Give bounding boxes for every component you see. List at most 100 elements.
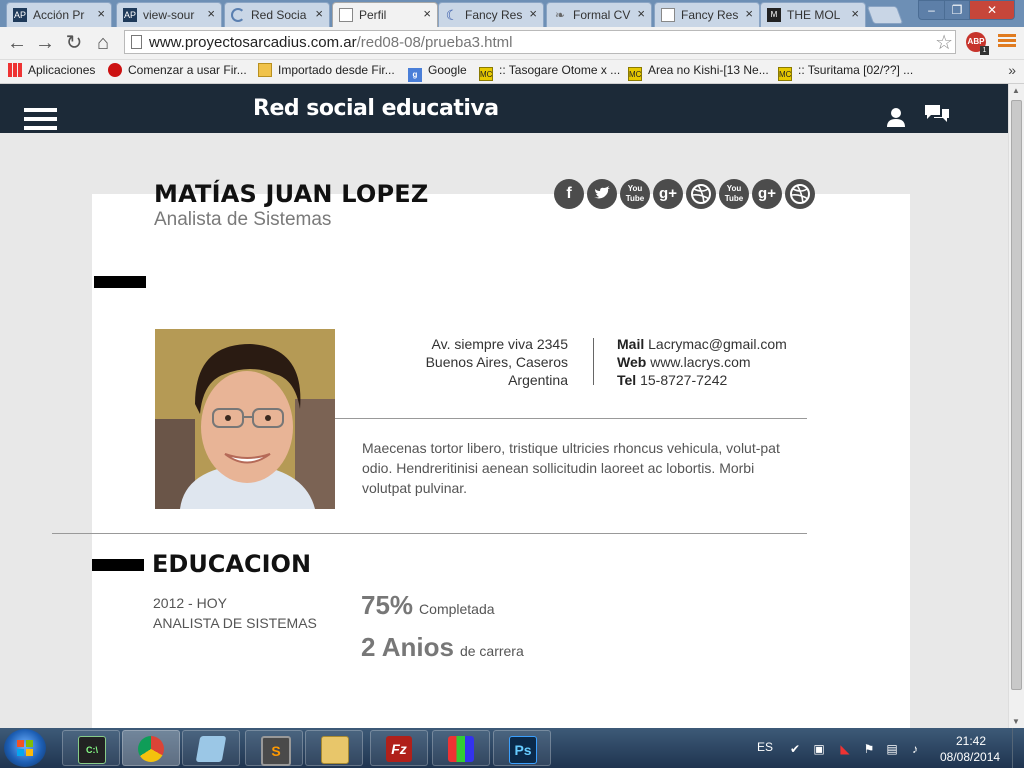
bookmark-label: :: Tasogare Otome x ... [499,63,621,77]
facebook-icon[interactable]: f [554,179,584,209]
browser-tab[interactable]: ☾ Fancy Res × [438,2,544,27]
dribbble-icon[interactable] [785,179,815,209]
tel-label: Tel [617,372,637,388]
tab-close-icon[interactable]: × [315,6,323,21]
taskbar-app[interactable] [432,730,490,766]
bookmark-label: Area no Kishi-[13 Ne... [648,63,769,77]
bookmark-item[interactable]: g Google [408,63,467,82]
browser-tab-active[interactable]: Perfil × [332,2,438,28]
google-plus-icon[interactable]: g+ [752,179,782,209]
bookmark-label: Aplicaciones [28,63,96,77]
forward-arrow-icon[interactable]: → [32,30,58,56]
address-line: Av. siempre viva 2345 [431,336,568,352]
bookmarks-overflow-button[interactable]: » [1008,62,1016,78]
firefox-icon [108,63,122,77]
browser-tab[interactable]: ❧ Formal CV × [546,2,652,27]
taskbar-app-active[interactable] [122,730,180,766]
hamburger-menu-icon[interactable] [24,108,57,133]
display-tray-icon[interactable]: ▣ [812,742,826,756]
mc-icon: MC [628,67,642,81]
bookmark-star-icon[interactable]: ☆ [935,30,953,55]
start-button[interactable] [4,729,46,767]
taskbar-app[interactable] [305,730,363,766]
url-text[interactable]: www.proyectosarcadius.com.ar/red08-08/pr… [149,34,513,51]
tab-close-icon[interactable]: × [207,6,215,21]
update-tray-icon[interactable]: ✔ [788,742,802,756]
dribbble-icon[interactable] [686,179,716,209]
bookmark-label: Comenzar a usar Fir... [128,63,247,77]
youtube-icon[interactable]: You Tube [719,179,749,209]
maximize-button[interactable]: ❐ [944,0,970,20]
network-tray-icon[interactable]: ▤ [885,742,899,756]
taskbar-app[interactable]: S [245,730,303,766]
tab-close-icon[interactable]: × [423,6,431,21]
reload-icon[interactable]: ↻ [61,30,87,56]
volume-tray-icon[interactable]: ♪ [908,742,922,756]
tab-close-icon[interactable]: × [851,6,859,21]
page-icon [339,8,353,22]
education-years: 2012 - HOY [153,595,227,611]
tab-close-icon[interactable]: × [637,6,645,21]
mail-value[interactable]: Lacrymac@gmail.com [648,336,787,352]
user-icon[interactable] [885,106,907,128]
ap-favicon-icon: AP [123,8,137,22]
tab-close-icon[interactable]: × [97,6,105,21]
bookmarks-bar: Aplicaciones Comenzar a usar Fir... Impo… [0,60,1024,84]
new-tab-button[interactable] [866,6,904,24]
address-line: Argentina [508,372,568,388]
bookmark-item[interactable]: MC:: Tsuritama [02/??] ... [778,63,913,81]
site-title: Red social educativa [253,96,499,121]
tab-close-icon[interactable]: × [745,6,753,21]
google-plus-icon[interactable]: g+ [653,179,683,209]
youtube-icon[interactable]: You Tube [620,179,650,209]
browser-tab-strip: AP Acción Pr × AP view-sour × Red Socia … [0,0,1024,28]
web-value[interactable]: www.lacrys.com [650,354,750,370]
adblock-label: ABP [967,37,985,46]
bookmark-item[interactable]: Comenzar a usar Fir... [108,63,247,77]
colorcop-icon [448,736,474,762]
language-indicator[interactable]: ES [757,740,773,754]
taskbar-app[interactable]: Fz [370,730,428,766]
taskbar-app[interactable] [182,730,240,766]
clock-time[interactable]: 21:42 [956,734,986,748]
command-prompt-icon: C:\ [78,736,106,764]
close-window-button[interactable]: ✕ [969,0,1015,20]
scroll-down-arrow-icon[interactable]: ▼ [1012,717,1020,726]
clock-date[interactable]: 08/08/2014 [940,750,1000,764]
chat-bubbles-icon[interactable] [924,103,950,125]
home-icon[interactable]: ⌂ [90,30,116,56]
minimize-button[interactable]: – [918,0,945,20]
bookmark-item[interactable]: MC Area no Kishi-[13 Ne... [628,63,769,81]
browser-tab[interactable]: AP Acción Pr × [6,2,112,27]
bookmark-item[interactable]: MC:: Tasogare Otome x ... [479,63,620,81]
tab-close-icon[interactable]: × [529,6,537,21]
bookmark-folder[interactable]: Importado desde Fir... [258,63,395,77]
back-arrow-icon[interactable]: ← [4,30,30,56]
action-center-tray-icon[interactable]: ⚑ [862,742,876,756]
twitter-icon[interactable] [587,179,617,209]
antivirus-tray-icon[interactable]: ◣ [838,742,852,756]
taskbar-app[interactable]: Ps [493,730,551,766]
vertical-scrollbar[interactable]: ▲ ▼ [1008,84,1024,728]
bookmark-label: :: Tsuritama [02/??] ... [798,63,914,77]
scroll-up-arrow-icon[interactable]: ▲ [1012,86,1020,95]
bookmark-label: Importado desde Fir... [278,63,395,77]
taskbar-app[interactable]: C:\ [62,730,120,766]
filezilla-icon: Fz [386,736,412,762]
url-path: /red08-08/prueba3.html [356,34,513,51]
browser-tab[interactable]: Red Socia × [224,2,330,27]
show-desktop-button[interactable] [1012,728,1024,768]
address-line: Buenos Aires, Caseros [425,354,568,370]
browser-tab[interactable]: Fancy Res × [654,2,760,27]
address-bar[interactable]: www.proyectosarcadius.com.ar/red08-08/pr… [124,30,956,54]
page-icon [131,35,142,49]
section-accent-bar [94,276,146,288]
section-divider [52,533,807,534]
bookmark-apps[interactable]: Aplicaciones [8,63,95,77]
scrollbar-thumb[interactable] [1011,100,1022,690]
bio-divider [335,418,807,419]
notepad-icon [195,736,227,762]
browser-tab[interactable]: AP view-sour × [116,2,222,27]
chrome-menu-icon[interactable] [998,32,1016,52]
browser-tab[interactable]: M THE MOL × [760,2,866,27]
